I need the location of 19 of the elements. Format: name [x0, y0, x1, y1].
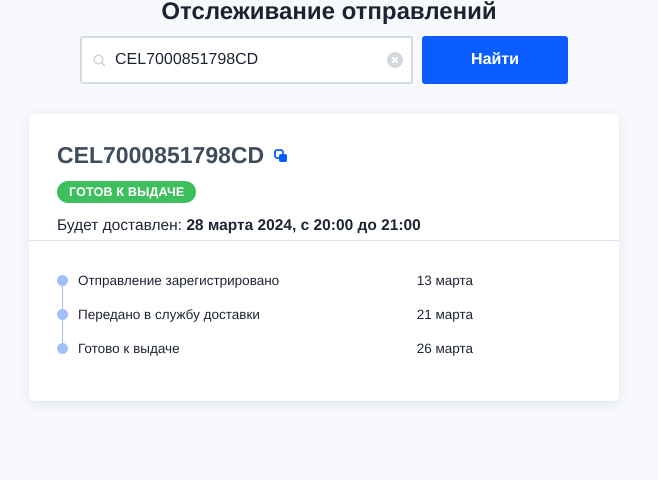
event-date: 21 марта	[416, 306, 473, 322]
event-date: 13 марта	[416, 272, 473, 288]
search-icon	[93, 54, 106, 67]
copy-icon[interactable]	[274, 148, 288, 162]
event-title: Отправление зарегистрировано	[78, 272, 280, 288]
timeline-line	[62, 286, 63, 309]
search-field[interactable]: CEL7000851798CD	[80, 36, 413, 84]
status-badge: ГОТОВ К ВЫДАЧЕ	[57, 181, 196, 203]
event-title: Готово к выдаче	[78, 340, 181, 356]
event-title: Передано в службу доставки	[78, 306, 261, 322]
delivery-info: Будет доставлен: 28 марта 2024, с 20:00 до 21:00	[57, 217, 422, 235]
page-title: Отслеживание отправлений	[160, 0, 498, 24]
tracking-number: CEL7000851798CD	[57, 142, 264, 169]
timeline-dot	[57, 308, 68, 320]
timeline-line	[62, 320, 63, 343]
event-date: 26 марта	[416, 340, 473, 356]
timeline-dot	[57, 274, 68, 286]
search-button[interactable]: Найти	[422, 36, 568, 84]
timeline-dot	[57, 342, 68, 354]
